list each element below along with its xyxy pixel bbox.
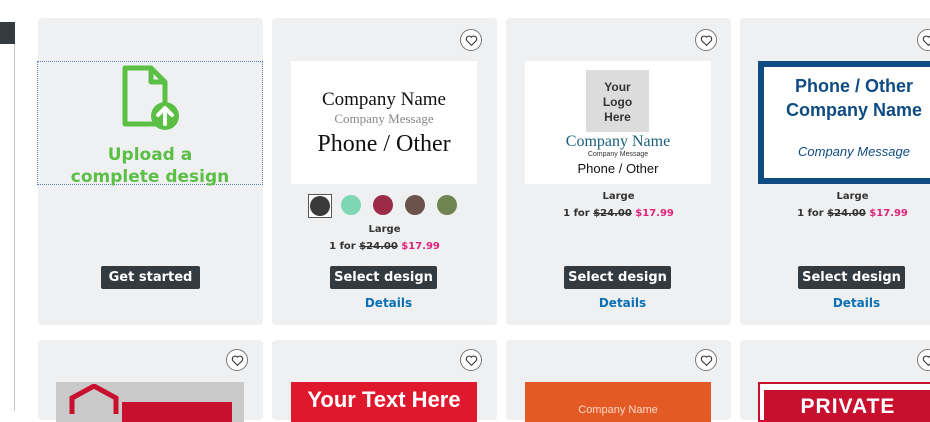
sidebar-edge: [0, 22, 15, 44]
file-upload-icon: [122, 65, 179, 130]
preview-headline: Your Text Here: [307, 387, 461, 412]
color-swatch[interactable]: [437, 195, 457, 215]
sale-price: $17.99: [635, 208, 674, 219]
size-label: Large: [368, 224, 401, 235]
preview-phone: Phone / Other: [317, 131, 451, 157]
favorite-heart-icon[interactable]: [695, 29, 717, 51]
upload-title-line1: Upload a: [107, 145, 193, 165]
color-swatch[interactable]: [405, 195, 425, 215]
color-swatch[interactable]: [373, 195, 393, 215]
preview-company-message: Company Message: [587, 151, 649, 158]
design-preview[interactable]: Company Name Company Message Phone / Oth…: [291, 61, 477, 184]
old-price: $24.00: [359, 241, 398, 252]
upload-title-line2: complete design: [70, 167, 230, 187]
color-swatch[interactable]: [341, 195, 361, 215]
preview-company-name: Company Name: [785, 100, 923, 120]
details-link[interactable]: Details: [740, 296, 930, 310]
qty-label: 1 for: [329, 241, 356, 252]
select-design-button[interactable]: Select design: [330, 266, 437, 289]
details-link[interactable]: Details: [272, 296, 505, 310]
color-swatch-selected[interactable]: [308, 194, 332, 218]
banner-strip: [122, 402, 232, 422]
qty-label: 1 for: [563, 208, 590, 219]
qty-label: 1 for: [797, 208, 824, 219]
color-swatch[interactable]: [310, 196, 330, 216]
logo-placeholder: Your Logo Here: [586, 70, 649, 132]
old-price: $24.00: [827, 208, 866, 219]
preview-phone: Phone / Other: [794, 76, 913, 96]
select-design-button[interactable]: Select design: [798, 266, 905, 289]
sidebar-divider: [14, 44, 15, 411]
details-link[interactable]: Details: [506, 296, 739, 310]
design-preview[interactable]: Your Logo Here Company Name Company Mess…: [525, 61, 711, 184]
design-preview[interactable]: Company Name: [525, 382, 711, 422]
preview-company-message: Company Message: [798, 144, 910, 159]
favorite-heart-icon[interactable]: [460, 29, 482, 51]
favorite-heart-icon[interactable]: [460, 349, 482, 371]
preview-company-name: Company Name: [321, 89, 446, 110]
upload-dropzone[interactable]: Upload a complete design: [37, 61, 263, 188]
sale-price: $17.99: [401, 241, 440, 252]
design-preview[interactable]: Your Text Here: [291, 382, 477, 422]
size-label: Large: [602, 191, 635, 202]
get-started-button[interactable]: Get started: [101, 266, 200, 289]
design-preview[interactable]: PRIVATE: [758, 382, 930, 422]
price-line: 1 for $24.00 $17.99: [740, 208, 930, 219]
preview-headline-bg: PRIVATE: [764, 390, 930, 420]
favorite-heart-icon[interactable]: [226, 349, 248, 371]
design-preview[interactable]: [56, 382, 244, 422]
upload-title: Upload a complete design: [38, 144, 262, 188]
logo-line1: Your: [604, 80, 631, 94]
favorite-heart-icon[interactable]: [695, 349, 717, 371]
select-design-button[interactable]: Select design: [564, 266, 671, 289]
preview-headline: PRIVATE: [800, 395, 896, 418]
house-icon: [69, 384, 119, 414]
design-preview[interactable]: Phone / Other Company Name Company Messa…: [758, 61, 930, 184]
sale-price: $17.99: [869, 208, 908, 219]
preview-company-message: Company Message: [334, 111, 434, 126]
logo-line3: Here: [604, 110, 631, 124]
preview-company-name: Company Name: [578, 404, 658, 416]
price-line: 1 for $24.00 $17.99: [272, 241, 497, 252]
old-price: $24.00: [593, 208, 632, 219]
logo-line2: Logo: [602, 95, 633, 109]
preview-company-name: Company Name: [565, 133, 671, 150]
size-label: Large: [836, 191, 869, 202]
price-line: 1 for $24.00 $17.99: [506, 208, 731, 219]
preview-phone: Phone / Other: [577, 161, 659, 176]
